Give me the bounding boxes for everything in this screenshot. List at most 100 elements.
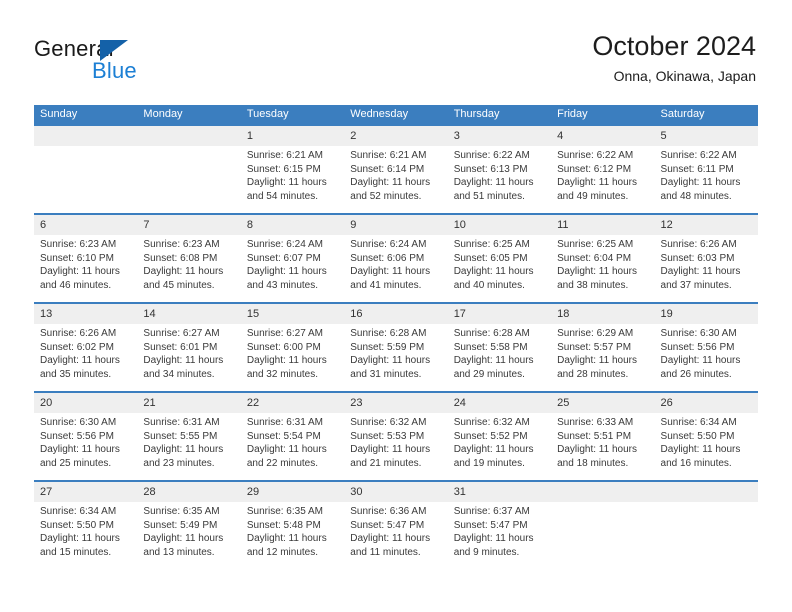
daylight-text-line1: Daylight: 11 hours	[557, 444, 637, 456]
day-cell: Sunrise: 6:30 AM Sunset: 5:56 PM Dayligh…	[34, 413, 137, 480]
day-cell: Sunrise: 6:28 AM Sunset: 5:59 PM Dayligh…	[344, 324, 447, 391]
sunrise-text: Sunrise: 6:28 AM	[350, 328, 427, 339]
daylight-text-line2: and 37 minutes.	[660, 279, 732, 291]
daylight-text-line1: Daylight: 11 hours	[350, 533, 431, 545]
day-number	[137, 126, 240, 146]
daylight-text-line2: and 29 minutes.	[453, 368, 525, 380]
day-cell	[137, 146, 240, 213]
daylight-text-line1: Daylight: 11 hours	[143, 355, 224, 367]
daylight-text-line1: Daylight: 11 hours	[143, 266, 224, 278]
daylight-text-line1: Daylight: 11 hours	[246, 355, 327, 367]
sunset-text: Sunset: 6:01 PM	[143, 341, 218, 353]
sunrise-text: Sunrise: 6:33 AM	[557, 417, 634, 428]
daylight-text-line1: Daylight: 11 hours	[660, 444, 741, 456]
daylight-text-line2: and 16 minutes.	[660, 457, 732, 469]
calendar-week-row: 27 28 29 30 31 Sunrise: 6:34 AM Sunset: …	[34, 480, 758, 569]
daylight-text-line1: Daylight: 11 hours	[246, 533, 327, 545]
day-cell: Sunrise: 6:22 AM Sunset: 6:12 PM Dayligh…	[551, 146, 654, 213]
day-cell: Sunrise: 6:29 AM Sunset: 5:57 PM Dayligh…	[551, 324, 654, 391]
calendar-week-row: 6 7 8 9 10 11 12 Sunrise: 6:23 AM Sunset…	[34, 213, 758, 302]
daylight-text-line1: Daylight: 11 hours	[246, 266, 327, 278]
calendar-week-row: 13 14 15 16 17 18 19 Sunrise: 6:26 AM Su…	[34, 302, 758, 391]
day-number: 3	[453, 130, 460, 142]
daylight-text-line2: and 19 minutes.	[453, 457, 525, 469]
day-cell: Sunrise: 6:34 AM Sunset: 5:50 PM Dayligh…	[655, 413, 758, 480]
daylight-text-line2: and 22 minutes.	[246, 457, 319, 469]
day-cell: Sunrise: 6:28 AM Sunset: 5:58 PM Dayligh…	[448, 324, 551, 391]
daylight-text-line2: and 26 minutes.	[660, 368, 732, 380]
sunset-text: Sunset: 6:10 PM	[40, 252, 114, 264]
sunrise-text: Sunrise: 6:30 AM	[660, 328, 737, 339]
sunset-text: Sunset: 5:47 PM	[350, 519, 425, 531]
week-detail-band: Sunrise: 6:26 AM Sunset: 6:02 PM Dayligh…	[34, 324, 758, 391]
day-cell: Sunrise: 6:21 AM Sunset: 6:15 PM Dayligh…	[241, 146, 344, 213]
sunset-text: Sunset: 5:50 PM	[40, 519, 114, 531]
week-day-number-band: 27 28 29 30 31	[34, 482, 758, 502]
sunset-text: Sunset: 6:02 PM	[40, 341, 114, 353]
daylight-text-line2: and 43 minutes.	[246, 279, 319, 291]
weekday-header-monday: Monday	[143, 108, 183, 120]
day-number: 10	[453, 219, 466, 231]
daylight-text-line2: and 38 minutes.	[557, 279, 629, 291]
general-blue-logo[interactable]: General Blue	[34, 36, 254, 88]
day-number: 26	[660, 397, 673, 409]
day-number: 1	[246, 130, 253, 142]
day-number: 24	[453, 397, 466, 409]
sunset-text: Sunset: 6:06 PM	[350, 252, 425, 264]
sunrise-text: Sunrise: 6:32 AM	[350, 417, 427, 428]
day-number: 22	[246, 397, 260, 409]
sunset-text: Sunset: 6:14 PM	[350, 163, 425, 175]
sunset-text: Sunset: 6:00 PM	[246, 341, 321, 353]
page-header: General Blue October 2024 Onna, Okinawa,…	[0, 0, 792, 100]
day-number: 28	[143, 486, 156, 498]
day-number: 19	[660, 308, 673, 320]
day-number: 14	[143, 308, 156, 320]
daylight-text-line1: Daylight: 11 hours	[350, 177, 431, 189]
day-cell: Sunrise: 6:35 AM Sunset: 5:48 PM Dayligh…	[241, 502, 344, 569]
weekday-header-friday: Friday	[557, 108, 588, 120]
sunrise-text: Sunrise: 6:26 AM	[660, 239, 737, 250]
calendar-grid: Sunday Monday Tuesday Wednesday Thursday…	[34, 105, 758, 569]
daylight-text-line2: and 54 minutes.	[246, 190, 319, 202]
sunrise-text: Sunrise: 6:34 AM	[660, 417, 737, 428]
daylight-text-line2: and 51 minutes.	[453, 190, 525, 202]
daylight-text-line2: and 15 minutes.	[40, 546, 112, 558]
sunrise-text: Sunrise: 6:21 AM	[246, 150, 323, 161]
sunrise-text: Sunrise: 6:32 AM	[453, 417, 530, 428]
sunrise-text: Sunrise: 6:37 AM	[453, 506, 530, 517]
day-cell: Sunrise: 6:27 AM Sunset: 6:01 PM Dayligh…	[137, 324, 240, 391]
week-detail-band: Sunrise: 6:23 AM Sunset: 6:10 PM Dayligh…	[34, 235, 758, 302]
sunrise-text: Sunrise: 6:36 AM	[350, 506, 427, 517]
day-cell: Sunrise: 6:32 AM Sunset: 5:53 PM Dayligh…	[344, 413, 447, 480]
week-detail-band: Sunrise: 6:21 AM Sunset: 6:15 PM Dayligh…	[34, 146, 758, 213]
day-number: 5	[660, 130, 667, 142]
day-number: 11	[557, 219, 569, 231]
day-cell: Sunrise: 6:37 AM Sunset: 5:47 PM Dayligh…	[448, 502, 551, 569]
day-cell: Sunrise: 6:31 AM Sunset: 5:54 PM Dayligh…	[241, 413, 344, 480]
day-cell: Sunrise: 6:24 AM Sunset: 6:07 PM Dayligh…	[241, 235, 344, 302]
day-number: 9	[350, 219, 357, 231]
day-cell: Sunrise: 6:36 AM Sunset: 5:47 PM Dayligh…	[344, 502, 447, 569]
sunrise-text: Sunrise: 6:27 AM	[246, 328, 323, 339]
sunset-text: Sunset: 5:57 PM	[557, 341, 632, 353]
day-cell: Sunrise: 6:30 AM Sunset: 5:56 PM Dayligh…	[655, 324, 758, 391]
day-number: 4	[557, 130, 564, 142]
day-number: 15	[246, 308, 260, 320]
page-title: October 2024	[592, 31, 756, 61]
daylight-text-line1: Daylight: 11 hours	[350, 266, 431, 278]
daylight-text-line1: Daylight: 11 hours	[246, 444, 327, 456]
daylight-text-line2: and 28 minutes.	[557, 368, 629, 380]
day-number: 30	[350, 486, 363, 498]
day-cell	[551, 502, 654, 569]
day-cell: Sunrise: 6:23 AM Sunset: 6:10 PM Dayligh…	[34, 235, 137, 302]
sunrise-text: Sunrise: 6:30 AM	[40, 417, 117, 428]
sunrise-text: Sunrise: 6:26 AM	[40, 328, 117, 339]
day-cell: Sunrise: 6:34 AM Sunset: 5:50 PM Dayligh…	[34, 502, 137, 569]
week-detail-band: Sunrise: 6:30 AM Sunset: 5:56 PM Dayligh…	[34, 413, 758, 480]
daylight-text-line1: Daylight: 11 hours	[246, 177, 327, 189]
calendar-week-row: 1 2 3 4 5 Sunrise: 6:21 AM Sunset: 6:15 …	[34, 124, 758, 213]
day-number: 29	[246, 486, 260, 498]
sunset-text: Sunset: 6:05 PM	[453, 252, 528, 264]
daylight-text-line1: Daylight: 11 hours	[143, 533, 224, 545]
daylight-text-line1: Daylight: 11 hours	[350, 355, 431, 367]
